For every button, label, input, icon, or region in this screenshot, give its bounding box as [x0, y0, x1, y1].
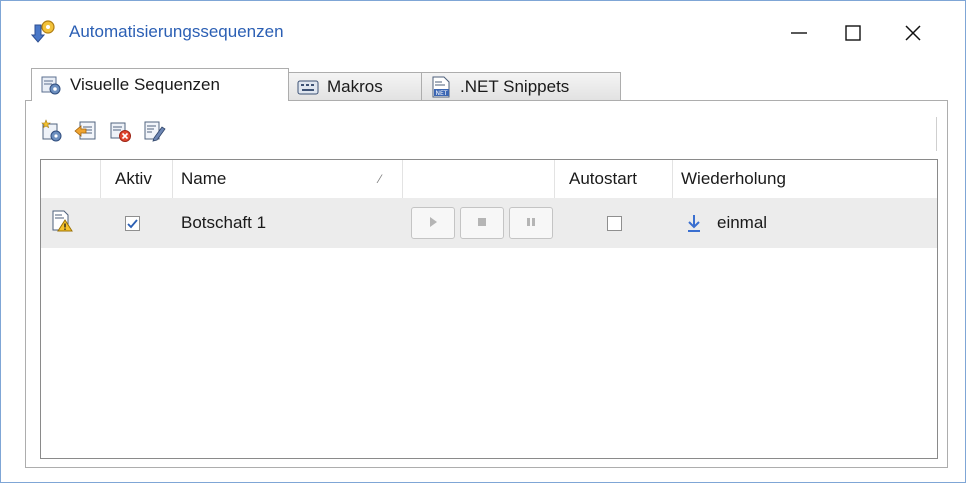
- close-button[interactable]: [891, 15, 935, 51]
- sequences-grid[interactable]: Aktiv Name ⁄ Autostart Wiederholung Bots…: [40, 159, 938, 459]
- sort-indicator-icon: ⁄: [379, 172, 382, 186]
- new-sequence-icon: [40, 118, 64, 148]
- maximize-icon: [843, 23, 863, 43]
- grid-header: Aktiv Name ⁄ Autostart Wiederholung: [41, 160, 937, 199]
- minimize-icon: [789, 23, 809, 43]
- arrow-down-icon: [687, 213, 701, 233]
- window-title: Automatisierungssequenzen: [69, 22, 284, 41]
- tab-makros-label: Makros: [327, 76, 383, 96]
- autostart-checkbox[interactable]: [607, 215, 622, 231]
- delete-sequence-button[interactable]: [106, 119, 134, 147]
- row-autostart-cell: [607, 198, 637, 248]
- play-button[interactable]: [411, 207, 455, 239]
- column-header-autostart[interactable]: Autostart: [555, 160, 673, 198]
- import-sequence-button[interactable]: [72, 119, 100, 147]
- pause-button[interactable]: [509, 207, 553, 239]
- close-icon: [903, 23, 923, 43]
- import-sequence-icon: [74, 119, 98, 148]
- title-bar[interactable]: Automatisierungssequenzen: [1, 1, 965, 61]
- minimize-button[interactable]: [777, 15, 821, 51]
- tab-net-snippets[interactable]: NET .NET Snippets: [421, 72, 621, 100]
- toolbar-separator: [936, 117, 937, 151]
- active-checkbox[interactable]: [125, 215, 140, 231]
- keyboard-icon: [297, 76, 319, 98]
- column-header-controls[interactable]: [403, 160, 555, 198]
- tab-visual-sequences-label: Visuelle Sequenzen: [70, 75, 220, 94]
- visual-sequences-panel: Aktiv Name ⁄ Autostart Wiederholung Bots…: [25, 100, 948, 468]
- tab-visual-sequences[interactable]: Visuelle Sequenzen: [31, 68, 289, 101]
- row-name-cell: Botschaft 1: [181, 198, 401, 248]
- tab-makros[interactable]: Makros: [288, 72, 422, 100]
- edit-sequence-icon: [142, 119, 166, 148]
- client-area: Visuelle Sequenzen Makros NET .NET Snipp…: [1, 61, 965, 482]
- visual-sequence-icon: [40, 74, 62, 96]
- repeat-value: einmal: [717, 213, 768, 232]
- toolbar: [38, 118, 168, 148]
- tab-net-snippets-label: .NET Snippets: [460, 76, 570, 96]
- automation-sequences-window: Automatisierungssequenzen Visuelle Seque…: [0, 0, 966, 483]
- column-header-status[interactable]: [41, 160, 101, 198]
- app-icon: [30, 19, 57, 45]
- delete-sequence-icon: [108, 119, 132, 148]
- column-header-active[interactable]: Aktiv: [101, 160, 173, 198]
- row-repeat-cell: einmal: [687, 198, 927, 248]
- new-sequence-button[interactable]: [38, 118, 66, 148]
- svg-text:NET: NET: [436, 90, 448, 97]
- stop-icon: [476, 213, 488, 233]
- column-header-repeat[interactable]: Wiederholung: [673, 160, 937, 198]
- row-active-cell: [125, 198, 155, 248]
- row-controls-cell: [411, 198, 561, 248]
- net-file-icon: NET: [430, 76, 452, 98]
- pause-icon: [525, 213, 537, 233]
- column-header-name-label: Name: [181, 169, 227, 188]
- row-status-cell: [51, 198, 91, 248]
- maximize-button[interactable]: [831, 15, 875, 51]
- play-icon: [427, 213, 439, 233]
- warning-document-icon: [51, 210, 73, 237]
- table-row[interactable]: Botschaft 1 einmal: [41, 198, 937, 248]
- edit-sequence-button[interactable]: [140, 119, 168, 147]
- column-header-name[interactable]: Name ⁄: [173, 160, 403, 198]
- sequence-name: Botschaft 1: [181, 213, 267, 232]
- stop-button[interactable]: [460, 207, 504, 239]
